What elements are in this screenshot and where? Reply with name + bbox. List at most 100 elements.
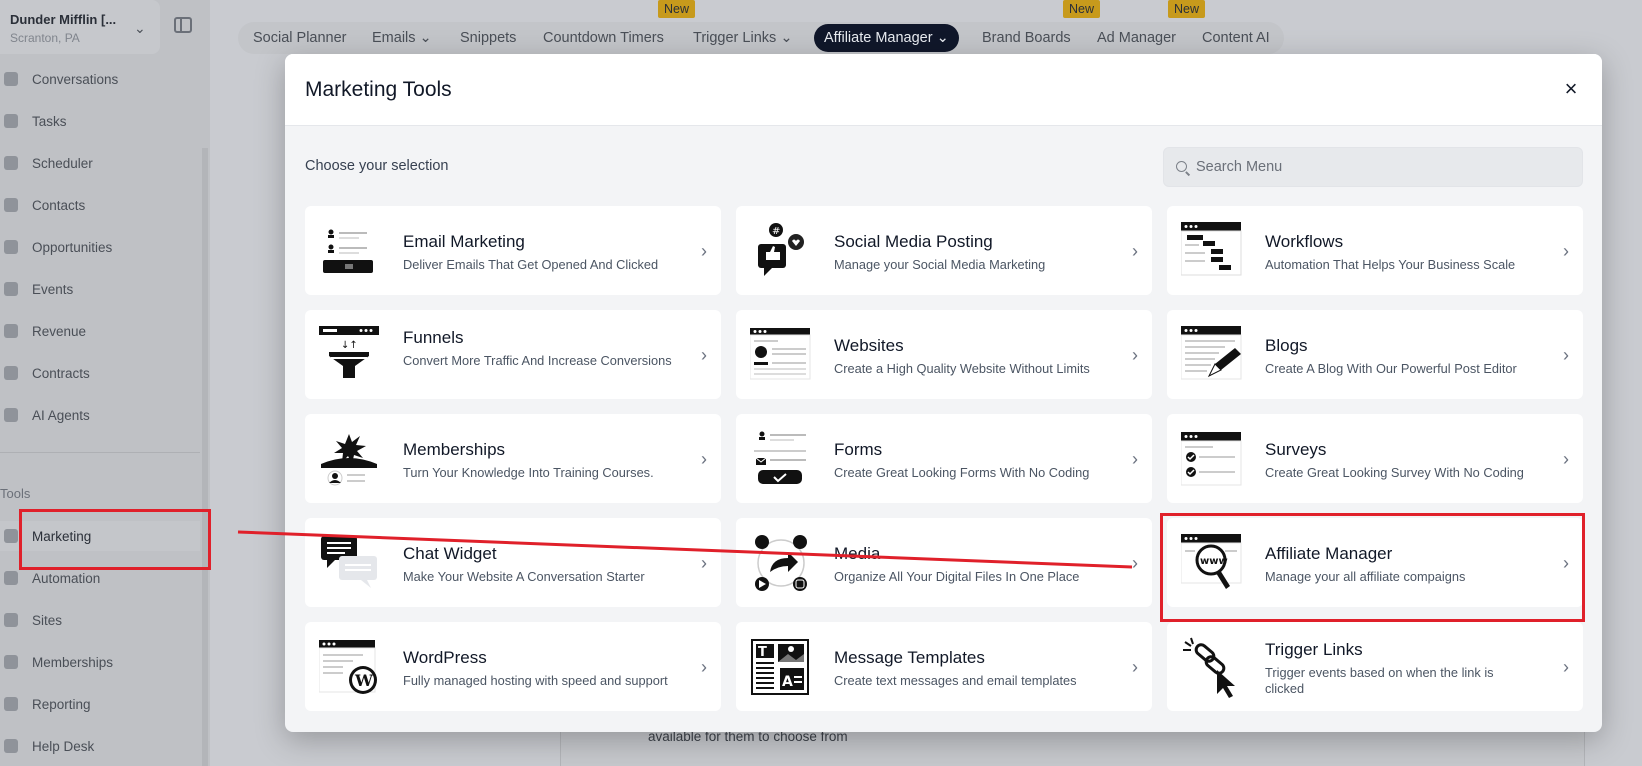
chat-icon: [4, 72, 18, 86]
website-icon: [750, 328, 811, 380]
sidebar-item-sites[interactable]: Sites: [0, 605, 200, 635]
card-title: Websites: [834, 336, 904, 355]
sidebar-item-tasks[interactable]: Tasks: [0, 106, 200, 136]
location-switcher[interactable]: Dunder Mifflin [... Scranton, PA ⌄: [0, 0, 160, 54]
card-title: Forms: [834, 440, 883, 459]
chevron-right-icon: ›: [701, 553, 707, 573]
card-description: Turn Your Knowledge Into Training Course…: [403, 465, 654, 480]
sidebar-item-help-desk[interactable]: Help Desk: [0, 731, 200, 761]
sidebar-item-scheduler[interactable]: Scheduler: [0, 148, 200, 178]
pie-icon: [4, 697, 18, 711]
megaphone-icon: [4, 529, 18, 543]
tab-brand-boards[interactable]: Brand Boards: [982, 24, 1071, 52]
wordpress-icon: W: [319, 640, 377, 694]
chevron-right-icon: ›: [1563, 449, 1569, 469]
card-description: Make Your Website A Conversation Starter: [403, 569, 645, 584]
sidebar-item-ai-agents[interactable]: AI Agents: [0, 400, 200, 430]
calendar-event-icon: [4, 282, 18, 296]
sidebar-item-automation[interactable]: Automation: [0, 563, 200, 593]
tools-grid: Email Marketing Deliver Emails That Get …: [305, 206, 1584, 711]
svg-text:www: www: [1200, 556, 1228, 567]
card-email-marketing[interactable]: Email Marketing Deliver Emails That Get …: [305, 206, 721, 295]
tab-snippets[interactable]: Snippets: [460, 24, 516, 52]
chevron-down-icon: ⌄: [936, 30, 949, 46]
card-memberships[interactable]: Memberships Turn Your Knowledge Into Tra…: [305, 414, 721, 503]
card-chat-widget[interactable]: Chat Widget Make Your Website A Conversa…: [305, 518, 721, 607]
document-icon: [4, 366, 18, 380]
card-description: Automation That Helps Your Business Scal…: [1265, 257, 1516, 272]
card-workflows[interactable]: Workflows Automation That Helps Your Bus…: [1167, 206, 1583, 295]
chevron-right-icon: ›: [1132, 345, 1138, 365]
blog-icon: [1181, 326, 1242, 380]
card-surveys[interactable]: Surveys Create Great Looking Survey With…: [1167, 414, 1583, 503]
chevron-right-icon: ›: [1132, 241, 1138, 261]
affiliate-manager-icon: www: [1181, 534, 1242, 589]
person-icon: [4, 198, 18, 212]
sidebar-divider: [0, 452, 200, 453]
sidebar-toggle-icon[interactable]: [174, 17, 192, 33]
card-icon: [4, 324, 18, 338]
gears-icon: [4, 571, 18, 585]
card-forms[interactable]: Forms Create Great Looking Forms With No…: [736, 414, 1152, 503]
tab-content-ai[interactable]: Content AI: [1202, 24, 1270, 52]
card-description: Fully managed hosting with speed and sup…: [403, 673, 668, 688]
card-social-media-posting[interactable]: # Social Media Posting Manage your Socia…: [736, 206, 1152, 295]
card-title: Chat Widget: [403, 544, 497, 563]
media-icon: [755, 535, 807, 591]
card-wordpress[interactable]: W WordPress Fully managed hosting with s…: [305, 622, 721, 711]
org-location: Scranton, PA: [10, 31, 80, 45]
card-trigger-links[interactable]: Trigger Links Trigger events based on wh…: [1167, 622, 1583, 711]
tab-countdown-timers[interactable]: Countdown Timers: [543, 24, 664, 52]
chat-widget-icon: [321, 536, 377, 588]
sidebar-item-opportunities[interactable]: Opportunities: [0, 232, 200, 262]
workflows-icon: [1181, 222, 1242, 276]
email-marketing-icon: [323, 229, 373, 273]
card-description: Manage your Social Media Marketing: [834, 257, 1046, 272]
sparkle-icon: [4, 408, 18, 422]
card-funnels[interactable]: ↓↑ Funnels Convert More Traffic And Incr…: [305, 310, 721, 399]
card-description: Create a High Quality Website Without Li…: [834, 361, 1090, 376]
card-title: Funnels: [403, 328, 464, 347]
tab-ad-manager[interactable]: Ad Manager: [1097, 24, 1176, 52]
card-title: Media: [834, 544, 881, 563]
card-websites[interactable]: Websites Create a High Quality Website W…: [736, 310, 1152, 399]
card-description: Convert More Traffic And Increase Conver…: [403, 353, 672, 368]
sidebar-scrollbar[interactable]: [202, 148, 208, 766]
forms-icon: [754, 431, 806, 484]
card-description: Create text messages and email templates: [834, 673, 1077, 688]
card-title: Trigger Links: [1265, 640, 1363, 659]
card-message-templates[interactable]: T A Message Templates Create text messag…: [736, 622, 1152, 711]
card-affiliate-manager[interactable]: www Affiliate Manager Manage your all af…: [1167, 518, 1583, 607]
svg-text:↓↑: ↓↑: [341, 340, 358, 351]
sidebar: Dunder Mifflin [... Scranton, PA ⌄ Conve…: [0, 0, 210, 766]
tab-emails[interactable]: Emails ⌄: [372, 24, 432, 52]
chevron-right-icon: ›: [1563, 657, 1569, 677]
chevron-right-icon: ›: [1132, 553, 1138, 573]
card-blogs[interactable]: Blogs Create A Blog With Our Powerful Po…: [1167, 310, 1583, 399]
tab-social-planner[interactable]: Social Planner: [253, 24, 347, 52]
card-title: WordPress: [403, 648, 487, 667]
sidebar-item-marketing[interactable]: Marketing: [0, 521, 200, 551]
sidebar-item-contacts[interactable]: Contacts: [0, 190, 200, 220]
sidebar-item-memberships[interactable]: Memberships: [0, 647, 200, 677]
card-media[interactable]: Media Organize All Your Digital Files In…: [736, 518, 1152, 607]
search-box[interactable]: [1163, 147, 1583, 187]
tab-trigger-links[interactable]: Trigger Links ⌄: [693, 24, 792, 52]
new-badge: New: [658, 0, 696, 18]
chevron-right-icon: ›: [701, 345, 707, 365]
card-description: Create A Blog With Our Powerful Post Edi…: [1265, 361, 1517, 376]
search-input[interactable]: [1196, 148, 1576, 186]
chevron-right-icon: ›: [701, 449, 707, 469]
new-badge: New: [1168, 0, 1206, 18]
card-title: Social Media Posting: [834, 232, 993, 251]
card-description: Create Great Looking Survey With No Codi…: [1265, 465, 1524, 480]
sidebar-item-contracts[interactable]: Contracts: [0, 358, 200, 388]
sidebar-item-reporting[interactable]: Reporting: [0, 689, 200, 719]
sidebar-item-conversations[interactable]: Conversations: [0, 64, 200, 94]
sidebar-item-revenue[interactable]: Revenue: [0, 316, 200, 346]
sidebar-item-events[interactable]: Events: [0, 274, 200, 304]
close-button[interactable]: ×: [1560, 78, 1582, 100]
tools-section-label: Tools: [0, 486, 31, 501]
message-templates-icon: T A: [751, 639, 809, 695]
tab-affiliate-manager[interactable]: Affiliate Manager ⌄: [814, 24, 959, 52]
